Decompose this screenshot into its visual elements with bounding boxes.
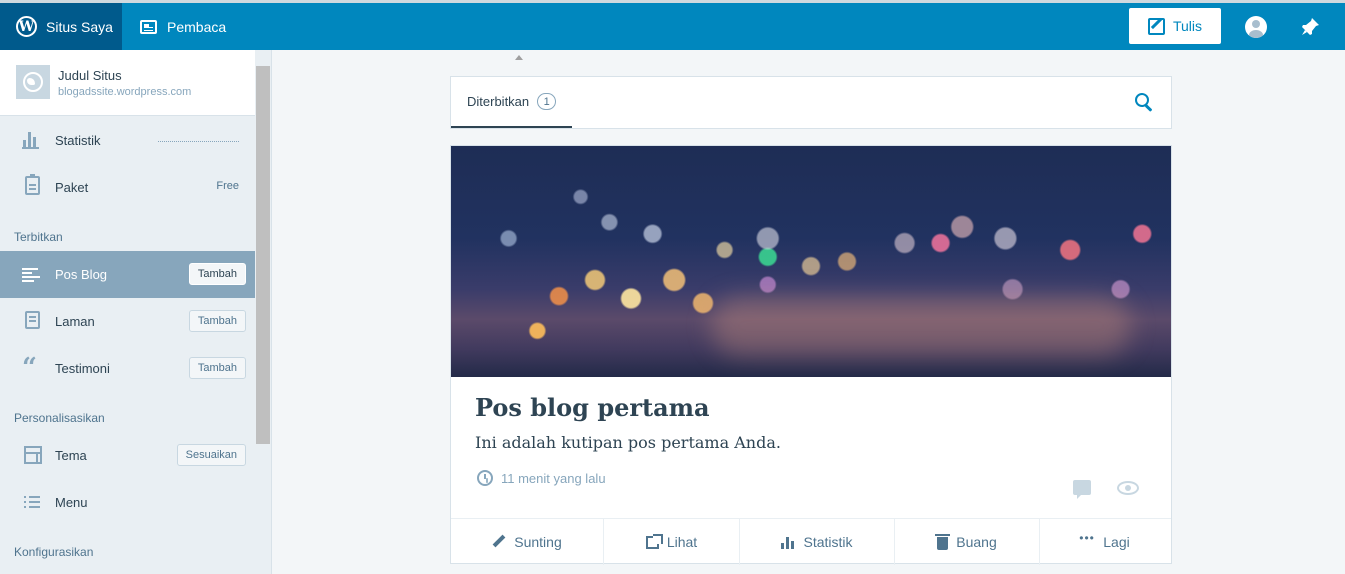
themes-icon [24, 446, 42, 464]
quote-icon: “ [22, 353, 37, 383]
sidebar-item-pages[interactable]: Laman Tambah [0, 298, 255, 345]
sidebar-item-themes[interactable]: Tema Sesuaikan [0, 432, 255, 479]
post-title[interactable]: Pos blog pertama [475, 393, 710, 422]
user-avatar[interactable] [1245, 16, 1267, 38]
reader-label: Pembaca [167, 18, 227, 35]
search-icon[interactable] [1135, 93, 1155, 113]
sidebar-item-label: Laman [55, 314, 95, 329]
my-site-button[interactable]: W Situs Saya [0, 3, 122, 50]
menus-icon [22, 492, 42, 512]
edit-button[interactable]: Sunting [451, 519, 604, 565]
globe-icon [23, 72, 43, 92]
trash-button[interactable]: Buang [895, 519, 1040, 565]
notifications-icon[interactable] [1299, 16, 1321, 38]
plan-badge: Free [216, 180, 239, 192]
post-time-label: 11 menit yang lalu [501, 470, 606, 486]
post-actions-bar: Sunting Lihat Statistik Buang Lagi [451, 518, 1171, 565]
sidebar-item-testimonials[interactable]: “ Testimoni Tambah [0, 345, 255, 392]
sidebar: Judul Situs blogadssite.wordpress.com St… [0, 50, 523, 574]
view-label: Lihat [666, 534, 698, 550]
posts-icon [22, 264, 42, 284]
my-site-label: Situs Saya [46, 18, 113, 35]
customize-button[interactable]: Sesuaikan [176, 444, 246, 466]
sidebar-item-menus[interactable]: Menu [0, 479, 255, 526]
ellipsis-icon [1079, 531, 1095, 549]
post-timestamp[interactable]: 11 menit yang lalu [477, 470, 606, 486]
reader-button[interactable]: Pembaca [122, 3, 226, 50]
featured-image[interactable] [451, 146, 1171, 377]
tab-published[interactable]: Diterbitkan 1 [451, 77, 573, 128]
sidebar-item-label: Pos Blog [55, 267, 108, 282]
write-label: Tulis [1172, 18, 1203, 34]
sidebar-item-label: Menu [55, 495, 88, 510]
post-filter-tabs: Diterbitkan 1 [450, 76, 1172, 129]
site-url: blogadssite.wordpress.com [58, 86, 192, 98]
post-excerpt: Ini adalah kutipan pos pertama Anda. [475, 433, 781, 452]
stats-sparkline [158, 141, 239, 142]
post-card: Pos blog pertama Ini adalah kutipan pos … [450, 145, 1172, 565]
external-link-icon [645, 533, 663, 549]
masterbar: W Situs Saya Pembaca Tulis [0, 0, 1345, 50]
sidebar-item-label: Paket [55, 180, 89, 195]
section-heading-publish: Terbitkan [14, 230, 63, 244]
pencil-icon [492, 535, 506, 549]
stats-icon [781, 535, 795, 549]
tab-published-label: Diterbitkan [467, 94, 530, 109]
scrollbar-arrow-area[interactable] [256, 50, 523, 66]
sidebar-item-plan[interactable]: Paket Free [0, 164, 255, 211]
reader-icon [140, 19, 157, 34]
sidebar-item-stats[interactable]: Statistik [0, 117, 255, 164]
page-icon [25, 311, 40, 329]
stats-icon [22, 130, 42, 150]
add-testimonial-button[interactable]: Tambah [188, 357, 246, 379]
trash-icon [935, 533, 951, 550]
sidebar-item-label: Testimoni [55, 361, 110, 376]
sidebar-item-label: Tema [55, 448, 87, 463]
site-icon [16, 65, 50, 99]
sidebar-item-label: Statistik [55, 133, 101, 148]
write-icon [1147, 17, 1165, 35]
clock-icon [477, 470, 493, 486]
edit-label: Sunting [514, 534, 562, 550]
more-button[interactable]: Lagi [1040, 519, 1171, 565]
current-site-card[interactable]: Judul Situs blogadssite.wordpress.com [0, 50, 255, 116]
section-heading-personalize: Personalisasikan [14, 411, 105, 425]
write-button[interactable]: Tulis [1129, 8, 1221, 44]
eye-icon[interactable] [1117, 481, 1139, 495]
sidebar-item-blog-posts[interactable]: Pos Blog Tambah [0, 251, 255, 298]
plan-icon [25, 174, 40, 195]
more-label: Lagi [1103, 534, 1130, 550]
add-page-button[interactable]: Tambah [188, 310, 246, 332]
stats-button[interactable]: Statistik [740, 519, 895, 565]
stats-label: Statistik [803, 534, 853, 550]
comment-icon[interactable] [1073, 480, 1091, 499]
wordpress-logo-icon: W [16, 16, 37, 37]
add-post-button[interactable]: Tambah [188, 263, 246, 285]
site-title: Judul Situs [58, 68, 122, 83]
view-button[interactable]: Lihat [604, 519, 740, 565]
published-count-badge: 1 [537, 93, 557, 110]
trash-label: Buang [956, 534, 997, 550]
section-heading-configure: Konfigurasikan [14, 545, 94, 559]
scroll-up-icon[interactable] [515, 55, 523, 60]
sidebar-scrollbar-thumb[interactable] [256, 66, 270, 444]
